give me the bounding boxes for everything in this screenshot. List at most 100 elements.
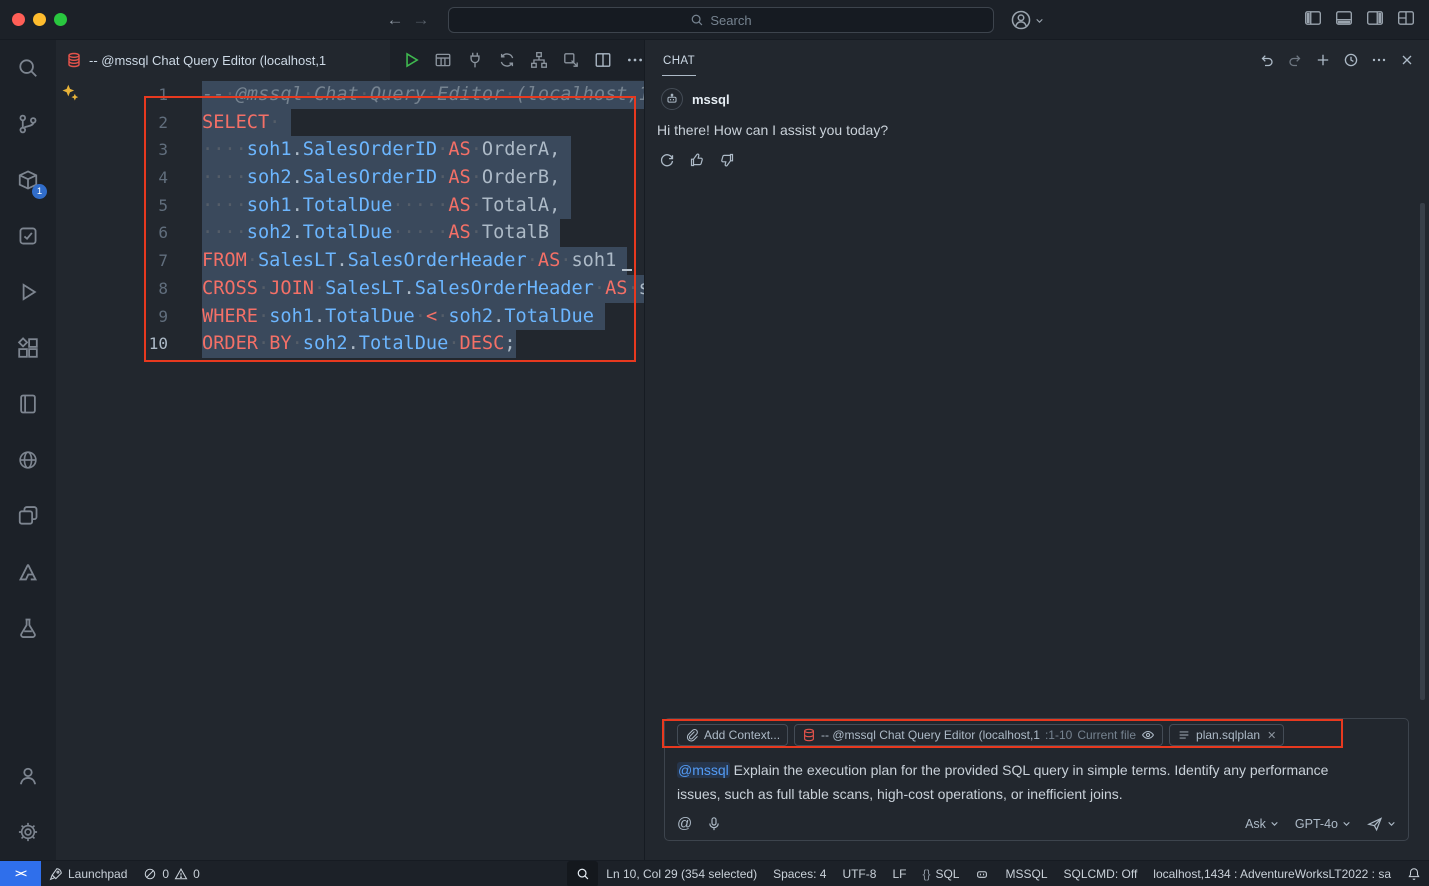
code-text: --·@mssql·Chat·Query·Editor·(localhost,1…: [202, 81, 644, 109]
model-dropdown[interactable]: GPT-4o: [1295, 817, 1351, 831]
mssql-status-item[interactable]: MSSQL: [997, 861, 1055, 886]
sqlcmd-status-item[interactable]: SQLCMD: Off: [1056, 861, 1146, 886]
visualize-schema-icon[interactable]: [530, 51, 548, 69]
sidebar-item-connections[interactable]: 1: [0, 152, 56, 208]
close-window-button[interactable]: [12, 13, 25, 26]
chat-message-header: mssql: [661, 88, 1413, 110]
customize-layout-icon[interactable]: [1397, 9, 1415, 27]
tab-chat[interactable]: CHAT: [662, 45, 696, 76]
context-chips: Add Context... -- @mssql Chat Query Edit…: [677, 724, 1396, 746]
launchpad-status-item[interactable]: Launchpad: [41, 861, 135, 886]
thumbs-down-icon[interactable]: [719, 152, 735, 168]
code-text: ····soh1.TotalDue·····AS·TotalA,: [202, 192, 571, 220]
toggle-primary-sidebar-icon[interactable]: [1304, 9, 1322, 27]
run-query-button[interactable]: [402, 51, 420, 69]
sidebar-item-settings[interactable]: [0, 804, 56, 860]
context-file-suffix: Current file: [1077, 728, 1136, 742]
indentation-status-item[interactable]: Spaces: 4: [765, 861, 834, 886]
sidebar-item-extensions[interactable]: [0, 320, 56, 376]
line-number: 10: [56, 330, 168, 358]
language-status-item[interactable]: {} SQL: [914, 861, 967, 886]
remote-indicator[interactable]: ><: [0, 861, 41, 886]
mode-dropdown[interactable]: Ask: [1245, 817, 1279, 831]
search-icon: [17, 57, 39, 79]
eol-status-item[interactable]: LF: [884, 861, 914, 886]
command-center-search[interactable]: Search: [448, 7, 994, 33]
problems-status-item[interactable]: 0 0: [135, 861, 207, 886]
regenerate-icon[interactable]: [659, 152, 675, 168]
connect-plug-icon[interactable]: [466, 51, 484, 69]
sidebar-item-remote-explorer[interactable]: [0, 488, 56, 544]
open-plan-icon[interactable]: [562, 51, 580, 69]
sidebar-item-github[interactable]: [0, 432, 56, 488]
navigate-back-icon[interactable]: ←: [384, 9, 406, 31]
navigate-forward-icon[interactable]: →: [410, 9, 432, 31]
results-grid-icon[interactable]: [434, 51, 452, 69]
chat-input-text[interactable]: @mssql Explain the execution plan for th…: [677, 758, 1347, 806]
send-icon: [1367, 816, 1383, 832]
sidebar-item-azure[interactable]: [0, 544, 56, 600]
add-context-label: Add Context...: [704, 728, 780, 742]
mode-label: Ask: [1245, 817, 1266, 831]
undo-icon[interactable]: [1259, 52, 1275, 68]
more-actions-icon[interactable]: [1371, 52, 1387, 68]
sidebar-item-query-history[interactable]: [0, 208, 56, 264]
code-line[interactable]: 8CROSS·JOIN·SalesLT.SalesOrderHeader·AS·…: [56, 275, 644, 303]
errors-count: 0: [162, 867, 169, 881]
microphone-icon[interactable]: [706, 816, 722, 832]
sidebar-item-database-projects[interactable]: [0, 600, 56, 656]
code-line[interactable]: 2SELECT·: [56, 109, 644, 137]
zoom-status-item[interactable]: [567, 861, 598, 886]
code-line[interactable]: 4····soh2.SalesOrderID·AS·OrderB,: [56, 164, 644, 192]
status-bar-right: Ln 10, Col 29 (354 selected) Spaces: 4 U…: [567, 861, 1429, 886]
redo-icon[interactable]: [1287, 52, 1303, 68]
code-line[interactable]: 3····soh1.SalesOrderID·AS·OrderA,: [56, 136, 644, 164]
input-right-controls: Ask GPT-4o: [1245, 816, 1396, 832]
new-chat-icon[interactable]: [1315, 52, 1331, 68]
remove-context-icon[interactable]: ✕: [1267, 729, 1276, 742]
minimize-window-button[interactable]: [33, 13, 46, 26]
notifications-status-item[interactable]: [1399, 861, 1429, 886]
line-number: 3: [56, 136, 168, 164]
change-connection-icon[interactable]: [498, 51, 516, 69]
code-line[interactable]: 6····soh2.TotalDue·····AS·TotalB: [56, 219, 644, 247]
tab-mssql-chat-query-editor[interactable]: -- @mssql Chat Query Editor (localhost,1: [56, 40, 390, 80]
sidebar-item-accounts[interactable]: [0, 748, 56, 804]
sidebar-item-notebooks[interactable]: [0, 376, 56, 432]
eye-icon[interactable]: [1141, 728, 1155, 742]
code-line[interactable]: 10ORDER·BY·soh2.TotalDue·DESC;: [56, 330, 644, 358]
macos-window-controls: [12, 13, 67, 26]
mention-icon[interactable]: @: [677, 815, 692, 832]
sidebar-item-search[interactable]: [0, 40, 56, 96]
more-actions-icon[interactable]: [626, 51, 644, 69]
toggle-panel-icon[interactable]: [1335, 9, 1353, 27]
add-context-chip[interactable]: Add Context...: [677, 724, 788, 746]
send-button[interactable]: [1367, 816, 1396, 832]
split-editor-icon[interactable]: [594, 51, 612, 69]
thumbs-up-icon[interactable]: [689, 152, 705, 168]
chat-history-icon[interactable]: [1343, 52, 1359, 68]
code-line[interactable]: 7FROM·SalesLT.SalesOrderHeader·AS·soh1: [56, 247, 644, 275]
copilot-sparkle-icon[interactable]: [61, 83, 79, 101]
current-file-context-chip[interactable]: -- @mssql Chat Query Editor (localhost,1…: [794, 724, 1163, 746]
search-icon: [690, 13, 704, 27]
scrollbar-thumb[interactable]: [1420, 203, 1425, 700]
chat-input-box[interactable]: Add Context... -- @mssql Chat Query Edit…: [664, 718, 1409, 841]
toggle-secondary-sidebar-icon[interactable]: [1366, 9, 1384, 27]
close-icon[interactable]: [1399, 52, 1415, 68]
code-line[interactable]: 9WHERE·soh1.TotalDue·<·soh2.TotalDue: [56, 303, 644, 331]
connection-status-item[interactable]: localhost,1434 : AdventureWorksLT2022 : …: [1145, 861, 1399, 886]
cursor-position-status-item[interactable]: Ln 10, Col 29 (354 selected): [598, 861, 765, 886]
code-editor[interactable]: 1--·@mssql·Chat·Query·Editor·(localhost,…: [56, 80, 644, 860]
encoding-status-item[interactable]: UTF-8: [834, 861, 884, 886]
account-menu[interactable]: [1010, 9, 1044, 31]
code-line[interactable]: 5····soh1.TotalDue·····AS·TotalA,: [56, 192, 644, 220]
braces-icon: {}: [922, 867, 930, 881]
sidebar-item-run-debug[interactable]: [0, 264, 56, 320]
copilot-status-item[interactable]: [967, 861, 997, 886]
plan-file-context-chip[interactable]: plan.sqlplan ✕: [1169, 724, 1284, 746]
sidebar-item-source-control[interactable]: [0, 96, 56, 152]
input-left-controls: @: [677, 815, 722, 832]
code-line[interactable]: 1--·@mssql·Chat·Query·Editor·(localhost,…: [56, 81, 644, 109]
zoom-window-button[interactable]: [54, 13, 67, 26]
